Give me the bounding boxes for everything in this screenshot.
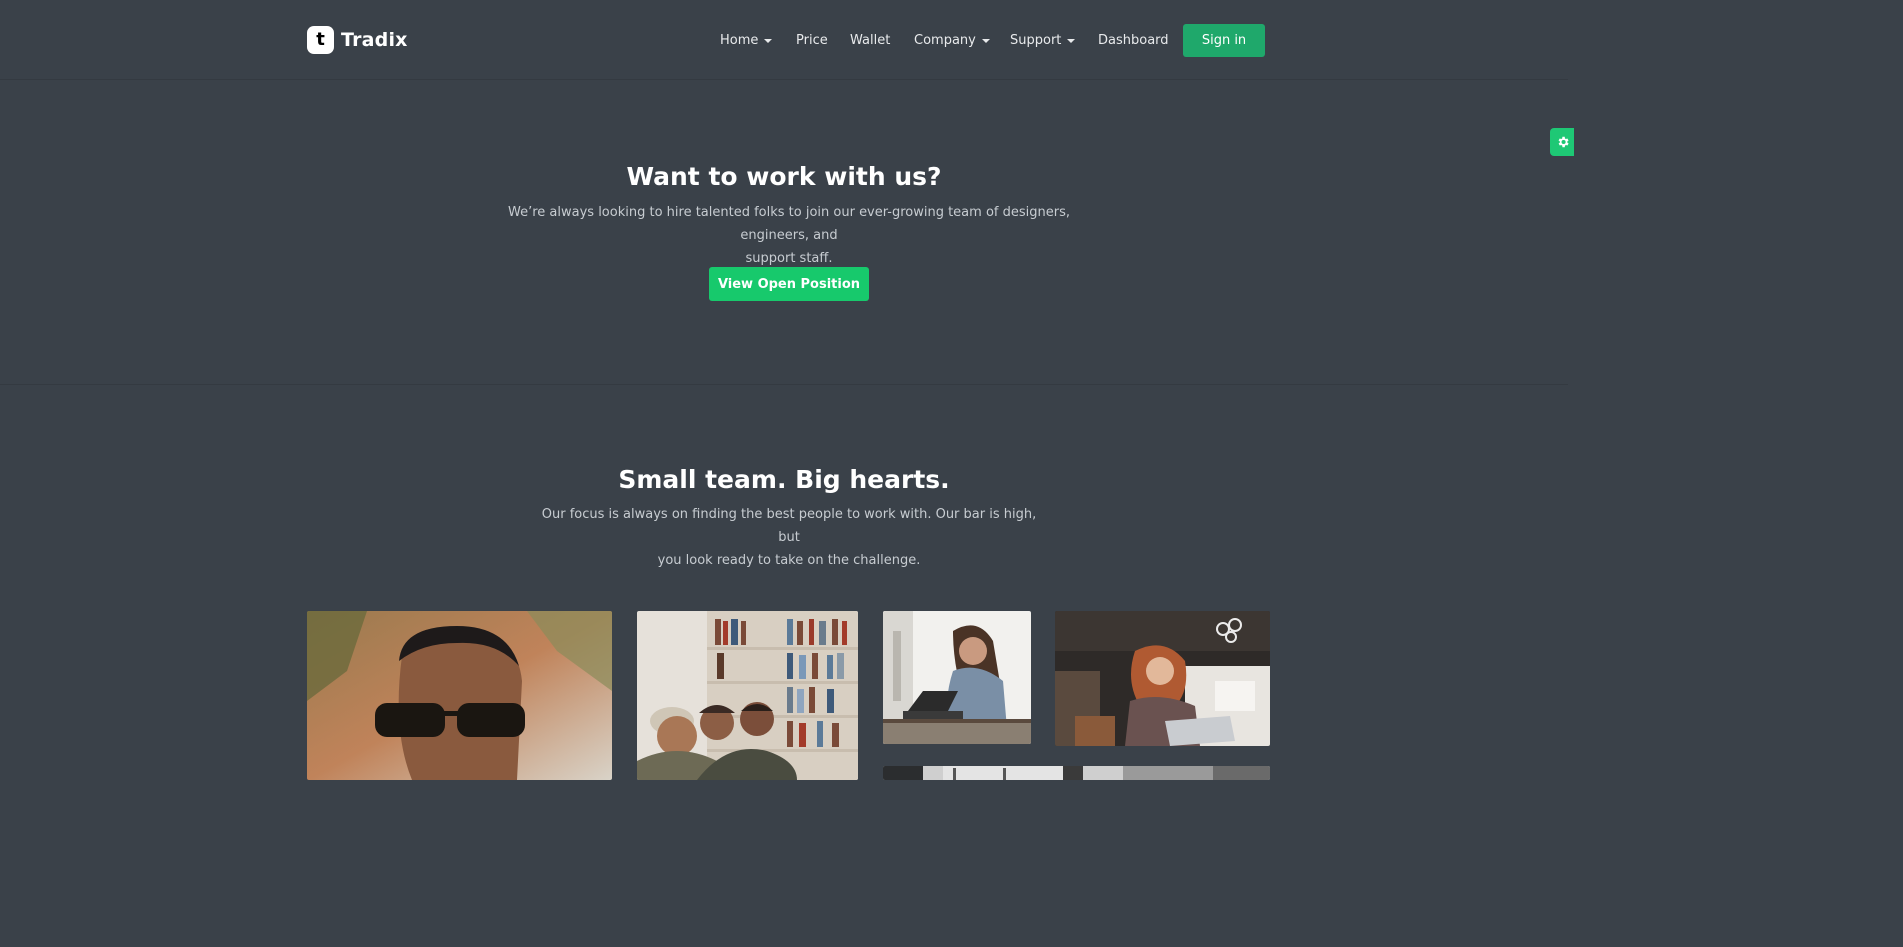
brand-logo-icon: t: [307, 26, 334, 54]
woman-cafe-laptop-photo: [1055, 611, 1270, 746]
sign-in-button[interactable]: Sign in: [1183, 24, 1265, 57]
view-open-position-button[interactable]: View Open Position: [709, 267, 869, 301]
careers-title: Want to work with us?: [626, 162, 942, 191]
gear-icon: [1558, 136, 1569, 148]
team-description-line-2: you look ready to take on the challenge.: [657, 553, 921, 568]
team-title: Small team. Big hearts.: [618, 465, 950, 494]
site-header: t Tradix Home Price Wallet Company Suppo…: [0, 0, 1568, 80]
brand-name: Tradix: [341, 29, 408, 51]
nav-item-home[interactable]: Home: [720, 24, 773, 57]
chevron-down-icon: [1067, 38, 1076, 43]
chevron-down-icon: [764, 38, 773, 43]
nav-item-support[interactable]: Support: [1010, 24, 1076, 57]
nav-item-company[interactable]: Company: [914, 24, 990, 57]
section-divider: [0, 384, 1568, 385]
chevron-down-icon: [981, 38, 990, 43]
settings-toggle[interactable]: [1550, 128, 1574, 156]
careers-description-line-1: We’re always looking to hire talented fo…: [508, 205, 1070, 243]
nav-item-price[interactable]: Price: [796, 24, 828, 57]
team-description: Our focus is always on finding the best …: [540, 503, 1038, 572]
portrait-sunglasses-photo: [307, 611, 612, 780]
brand-logo[interactable]: t Tradix: [307, 26, 408, 54]
woman-laptop-photo: [883, 611, 1031, 744]
nav-item-dashboard[interactable]: Dashboard: [1098, 24, 1169, 57]
careers-description: We’re always looking to hire talented fo…: [484, 201, 1094, 270]
team-bookshelf-photo: [637, 611, 858, 780]
office-window-photo: [883, 766, 1270, 780]
nav-item-wallet[interactable]: Wallet: [850, 24, 890, 57]
team-description-line-1: Our focus is always on finding the best …: [541, 507, 1037, 545]
